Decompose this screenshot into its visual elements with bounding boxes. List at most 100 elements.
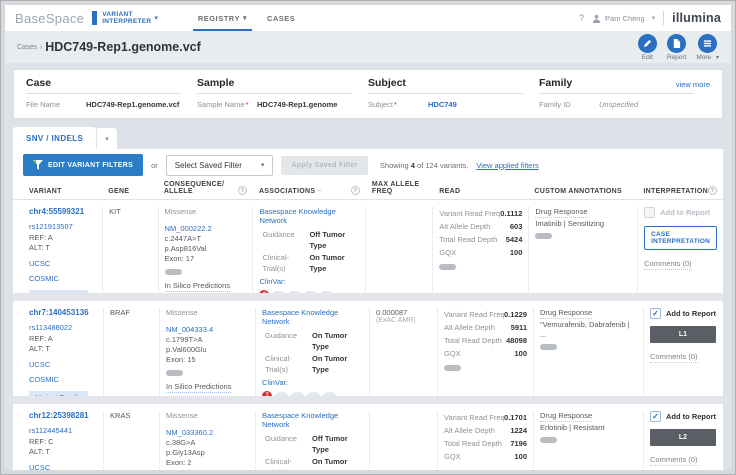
ucsc-link[interactable]: UCSC [29,259,96,268]
tab-registry[interactable]: REGISTRY ▾ [188,5,257,31]
view-more-link[interactable]: view more [676,80,710,89]
rsid-link[interactable]: rs112445441 [29,426,97,435]
table-header-row: VARIANT GENE CONSEQUENCE/ ALLELE? ASSOCI… [13,181,723,200]
gene-cell: KRAS [103,411,159,470]
rsid-link[interactable]: rs121913507 [29,222,96,231]
protein-change: p.Gly13Asp [166,448,249,458]
col-header-max-allele-freq[interactable]: MAX ALLELE FREQ [366,181,433,195]
custom-tag-pill[interactable] [540,344,557,350]
help-circle-icon[interactable]: ? [351,186,360,195]
or-text: or [151,161,158,170]
breadcrumb-bar: Cases › HDC749-Rep1.genome.vcf Edit Repo… [5,31,731,63]
transcript-link[interactable]: NM_033360.2 [166,428,249,438]
col-header-variant[interactable]: VARIANT [23,188,102,195]
gene-cell: KIT [102,207,157,293]
help-circle-icon[interactable]: ? [238,186,247,195]
read-cell: Variant Read Freq...0.1112 Alt Allele De… [432,207,528,293]
col-header-associations[interactable]: ASSOCIATIONS~? [253,186,366,195]
annotation-tag-pill[interactable] [166,370,183,376]
edit-variant-filters-button[interactable]: EDIT VARIANT FILTERS [23,154,143,176]
col-header-consequence[interactable]: CONSEQUENCE/ ALLELE? [158,181,253,195]
ref-allele: REF: A [29,233,96,243]
tab-dropdown-caret-icon[interactable]: ▾ [96,128,117,149]
product-switcher-caret-icon[interactable]: ▾ [154,14,158,22]
custom-annotations-cell: Drug Response "Vemurafenib, Dabrafenib |… [533,308,643,396]
tab-snv-indels[interactable]: SNV / INDELS [13,127,96,149]
more-button[interactable]: More ▾ [696,34,719,61]
report-document-icon [672,39,681,48]
custom-tag-pill[interactable] [540,437,557,443]
variant-interpreter-app: BaseSpace VARIANT INTERPRETER ▾ REGISTRY… [5,5,731,470]
user-caret-icon: ▾ [652,14,656,22]
consequence-type: Missense [166,411,249,420]
col-header-read[interactable]: READ [433,188,528,195]
drug-response-link[interactable]: Drug Response [540,308,592,319]
edit-button[interactable]: Edit [638,34,657,61]
section-sample: Sample Sample Name* HDC749-Rep1.genome [197,77,352,109]
transcript-link[interactable]: NM_000222.2 [165,224,247,234]
associations-cell: Basespace Knowledge Network GuidanceOff … [255,411,369,470]
tab-cases[interactable]: CASES [257,5,305,31]
ucsc-link[interactable]: UCSC [29,463,97,471]
col-header-custom-annotations[interactable]: CUSTOM ANNOTATIONS [528,188,637,195]
tier-button[interactable]: L1 [650,326,716,343]
annotation-tag-pill[interactable] [165,269,182,275]
help-circle-icon[interactable]: ? [708,186,717,195]
transcript-link[interactable]: NM_004333.4 [166,325,249,335]
help-icon[interactable]: ? [579,13,584,23]
trials-value: On Tumor Type [309,252,359,275]
read-cell: Variant Read Freq...0.1701 Alt Allele De… [437,411,533,470]
in-silico-predictions-link[interactable]: In Silico Predictions [166,382,231,393]
subject-link[interactable]: HDC749 [428,100,457,109]
comments-link[interactable]: Comments (0) [650,455,698,466]
locus-link[interactable]: chr7:140453136 [29,308,97,317]
breadcrumb-parent[interactable]: Cases [17,44,37,51]
knowledge-network-link[interactable]: Basespace Knowledge Network [259,207,359,225]
logo-divider-bar [92,11,97,25]
knowledge-network-link[interactable]: Basespace Knowledge Network [262,411,363,429]
read-tag-pill[interactable] [439,264,456,270]
custom-tag-pill[interactable] [535,233,552,239]
read-tag-pill[interactable] [444,365,461,371]
comments-link[interactable]: Comments (0) [644,259,692,270]
tier-button[interactable]: L2 [650,429,716,446]
locus-link[interactable]: chr12:25398281 [29,411,97,420]
in-silico-predictions-link[interactable]: In Silico Predictions [165,281,230,292]
add-to-report-checkbox[interactable]: ✓ Add to Report [650,308,717,319]
view-applied-filters-link[interactable]: View applied filters [476,161,538,170]
comments-link[interactable]: Comments (0) [650,352,698,363]
file-name-value: HDC749-Rep1.genome.vcf [86,100,179,109]
cosmic-link[interactable]: COSMIC [29,375,97,384]
drug-response-link[interactable]: Drug Response [535,207,587,218]
max-allele-freq-cell: 0.000087 (ExAC AMR) [369,308,437,396]
interpretation-cell: ✓ Add to Report L1 Comments (0) [643,308,723,396]
knowledge-network-link[interactable]: Basespace Knowledge Network [262,308,363,326]
product-name: VARIANT INTERPRETER [102,11,151,26]
report-button[interactable]: Report [667,34,687,61]
user-menu[interactable]: Pam Cheng ▾ [592,14,655,23]
locus-link[interactable]: chr4:55599321 [29,207,96,216]
clinvar-link[interactable]: ClinVar: [259,277,359,286]
rsid-link[interactable]: rs113488022 [29,323,97,332]
ucsc-link[interactable]: UCSC [29,360,97,369]
case-interpretation-button[interactable]: CASE INTERPRETATION [644,226,717,250]
interpretation-cell: ✓ Add to Report L2 Comments (0) [643,411,723,470]
required-asterisk: * [246,100,249,109]
col-header-gene[interactable]: GENE [102,188,158,195]
add-to-report-checkbox[interactable]: ✓ Add to Report [650,411,717,422]
exon-number: Exon: 2 [166,458,249,468]
required-asterisk: * [394,100,397,109]
more-caret-icon: ▾ [716,55,719,61]
drug-response-link[interactable]: Drug Response [540,411,592,422]
clinvar-link[interactable]: ClinVar: [262,378,363,387]
saved-filter-select[interactable]: Select Saved Filter ▾ [166,155,274,176]
trials-value: On Tumor Type [312,456,363,471]
variant-tab-row: SNV / INDELS ▾ [13,127,723,149]
cosmic-link[interactable]: COSMIC [29,274,96,283]
family-id-value: Unspecified [599,100,638,109]
cdna-change: c.38G>A [166,438,249,448]
col-header-interpretation[interactable]: INTERPRETATION? [637,186,723,195]
apply-saved-filter-button[interactable]: Apply Saved Filter [281,156,367,175]
consequence-type: Missense [165,207,247,216]
add-to-report-checkbox[interactable]: Add to Report [644,207,717,218]
